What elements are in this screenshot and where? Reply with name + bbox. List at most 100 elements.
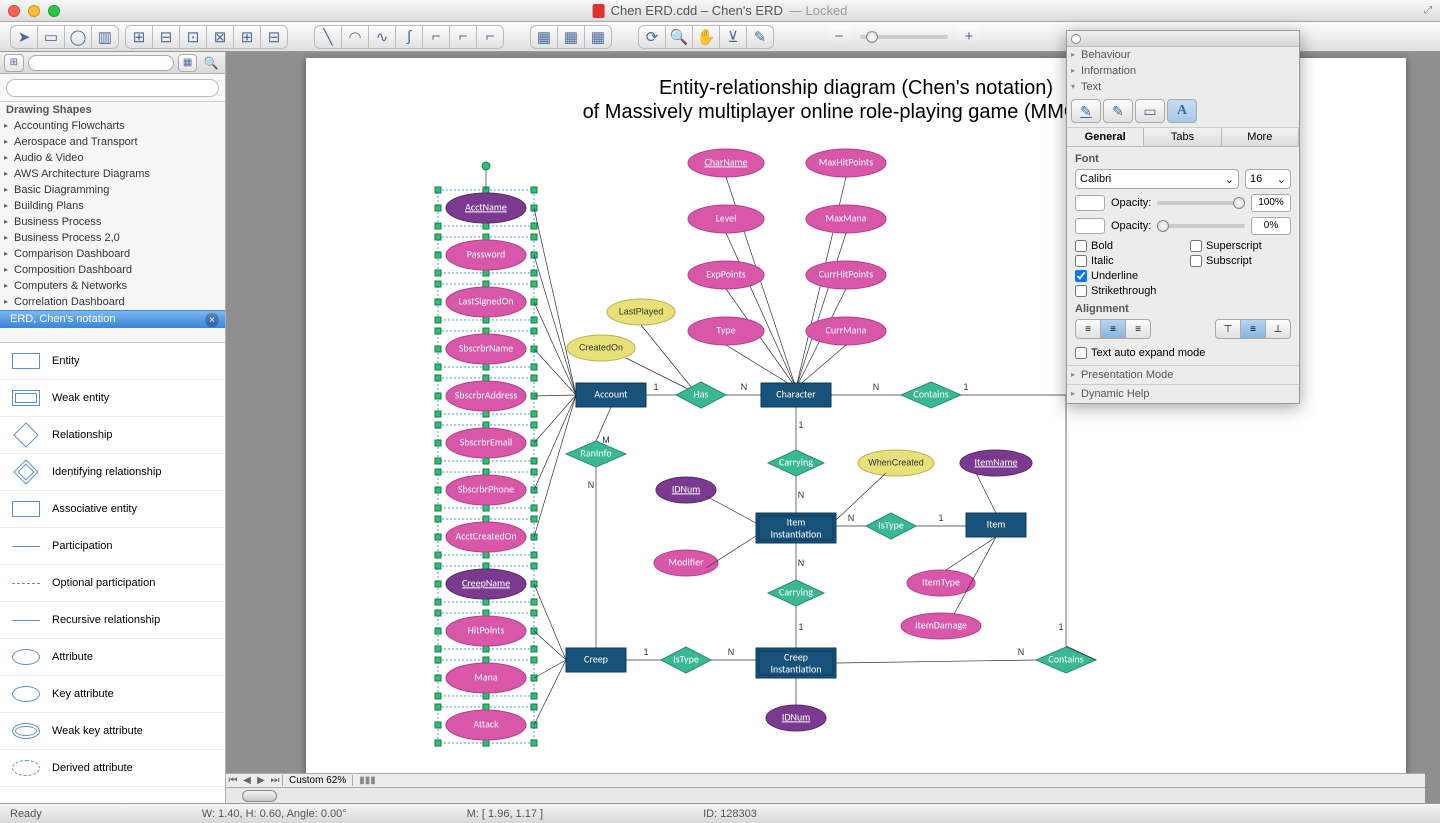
shape-filter-input[interactable]	[28, 55, 174, 71]
section-information[interactable]: Information	[1067, 63, 1299, 79]
library-grid-tab[interactable]: ▦	[178, 54, 198, 72]
tool-stamp[interactable]: ⊻	[720, 26, 746, 48]
library-category[interactable]: Basic Diagramming	[0, 182, 225, 198]
library-tree-tab[interactable]: ⊞	[4, 54, 24, 72]
library-category[interactable]: AWS Architecture Diagrams	[0, 166, 225, 182]
tool-hierarchy[interactable]: ⊠	[207, 26, 233, 48]
library-search-input[interactable]	[6, 79, 219, 97]
library-search-button[interactable]: 🔍	[201, 54, 221, 72]
library-category[interactable]: Business Process	[0, 214, 225, 230]
shape-palette-item[interactable]: Associative entity	[0, 491, 225, 528]
zoom-window-button[interactable]	[48, 5, 60, 17]
shape-palette-item[interactable]: Derived attribute	[0, 750, 225, 787]
presentation-mode-section[interactable]: Presentation Mode	[1067, 365, 1299, 384]
shape-palette-item[interactable]: Key attribute	[0, 676, 225, 713]
font-size-select[interactable]: 16⌄	[1245, 169, 1291, 189]
horizontal-scrollbar[interactable]	[226, 787, 1425, 803]
text-color-button[interactable]: ✎	[1071, 99, 1101, 123]
zoom-level-display[interactable]: Custom 62%	[283, 775, 353, 786]
text-bg-button[interactable]: ▭	[1135, 99, 1165, 123]
shape-palette-item[interactable]: Entity	[0, 343, 225, 380]
subscript-checkbox[interactable]: Subscript	[1190, 255, 1291, 267]
library-category[interactable]: Composition Dashboard	[0, 262, 225, 278]
tool-flow[interactable]: ⊟	[261, 26, 287, 48]
tool-group[interactable]: ▦	[585, 26, 611, 48]
tool-connector1[interactable]: ⌐	[423, 26, 449, 48]
text-highlight-button[interactable]: ✎	[1103, 99, 1133, 123]
shape-palette-item[interactable]: Weak entity	[0, 380, 225, 417]
shape-palette-item[interactable]: Attribute	[0, 639, 225, 676]
tab-tabs[interactable]: Tabs	[1144, 128, 1221, 146]
shape-palette-item[interactable]: Recursive relationship	[0, 602, 225, 639]
zoom-slider[interactable]	[860, 35, 948, 39]
tool-bezier[interactable]: ∫	[396, 26, 422, 48]
tool-tree[interactable]: ⊞	[126, 26, 152, 48]
tool-rectangle[interactable]: ▭	[38, 26, 64, 48]
tool-eyedrop[interactable]: ✎	[747, 26, 773, 48]
close-library-button[interactable]: ×	[205, 313, 219, 327]
tool-distribute[interactable]: ▦	[558, 26, 584, 48]
tool-chain[interactable]: ⊟	[153, 26, 179, 48]
tool-align[interactable]: ▦	[531, 26, 557, 48]
library-category[interactable]: Computers & Networks	[0, 278, 225, 294]
underline-checkbox[interactable]: Underline	[1075, 270, 1291, 282]
inspector-pin[interactable]	[1071, 34, 1081, 44]
library-category[interactable]: Audio & Video	[0, 150, 225, 166]
align-right[interactable]: ≡	[1126, 320, 1150, 338]
shape-palette-item[interactable]: Relationship	[0, 417, 225, 454]
font-family-select[interactable]: Calibri⌄	[1075, 169, 1239, 189]
tool-line[interactable]: ╲	[315, 26, 341, 48]
shape-palette-item[interactable]: Participation	[0, 528, 225, 565]
library-category[interactable]: Comparison Dashboard	[0, 246, 225, 262]
tool-connector3[interactable]: ⌐	[477, 26, 503, 48]
tool-container[interactable]: ▥	[92, 26, 118, 48]
zoom-out-button[interactable]: −	[826, 26, 852, 48]
library-category[interactable]: Aerospace and Transport	[0, 134, 225, 150]
tool-connector2[interactable]: ⌐	[450, 26, 476, 48]
sheet-tabs[interactable]: ▮▮▮	[353, 775, 376, 786]
tool-refresh[interactable]: ⟳	[639, 26, 665, 48]
shape-palette-item[interactable]: Identifying relationship	[0, 454, 225, 491]
opacity-slider-2[interactable]	[1157, 224, 1245, 228]
tool-pointer[interactable]: ➤	[11, 26, 37, 48]
sheet-first[interactable]: ⏮	[226, 775, 240, 786]
opacity-value-2[interactable]: 0%	[1251, 217, 1291, 235]
tool-spline[interactable]: ∿	[369, 26, 395, 48]
zoom-in-button[interactable]: +	[956, 26, 982, 48]
tool-zoom[interactable]: 🔍	[666, 26, 692, 48]
opacity-slider-1[interactable]	[1157, 201, 1245, 205]
tab-more[interactable]: More	[1222, 128, 1299, 146]
tool-ellipse[interactable]: ◯	[65, 26, 91, 48]
library-category[interactable]: Correlation Dashboard	[0, 294, 225, 310]
superscript-checkbox[interactable]: Superscript	[1190, 240, 1291, 252]
resize-icon[interactable]: ⤢	[1424, 5, 1432, 16]
library-category-open[interactable]: ERD, Chen's notation×	[0, 310, 225, 328]
library-category[interactable]: Business Process 2,0	[0, 230, 225, 246]
opacity-value-1[interactable]: 100%	[1251, 194, 1291, 212]
text-color-swatch[interactable]	[1075, 195, 1105, 211]
tool-network[interactable]: ⊞	[234, 26, 260, 48]
sheet-last[interactable]: ⏭	[268, 775, 282, 786]
tool-arc[interactable]: ◠	[342, 26, 368, 48]
valign-middle[interactable]: ≡	[1241, 320, 1265, 338]
auto-expand-checkbox[interactable]: Text auto expand mode	[1075, 347, 1291, 359]
library-category[interactable]: Building Plans	[0, 198, 225, 214]
minimize-window-button[interactable]	[28, 5, 40, 17]
shape-palette-item[interactable]: Weak key attribute	[0, 713, 225, 750]
sheet-next[interactable]: ▶	[254, 775, 268, 786]
tab-general[interactable]: General	[1067, 128, 1144, 146]
italic-checkbox[interactable]: Italic	[1075, 255, 1176, 267]
strikethrough-checkbox[interactable]: Strikethrough	[1075, 285, 1291, 297]
close-window-button[interactable]	[8, 5, 20, 17]
align-left[interactable]: ≡	[1076, 320, 1100, 338]
tool-branch[interactable]: ⊡	[180, 26, 206, 48]
sheet-prev[interactable]: ◀	[240, 775, 254, 786]
valign-bottom[interactable]: ⊥	[1266, 320, 1290, 338]
align-center[interactable]: ≡	[1101, 320, 1125, 338]
valign-top[interactable]: ⊤	[1216, 320, 1240, 338]
library-category[interactable]: Accounting Flowcharts	[0, 118, 225, 134]
bold-checkbox[interactable]: Bold	[1075, 240, 1176, 252]
dynamic-help-section[interactable]: Dynamic Help	[1067, 384, 1299, 403]
bg-color-swatch[interactable]	[1075, 218, 1105, 234]
section-text[interactable]: Text	[1067, 79, 1299, 95]
